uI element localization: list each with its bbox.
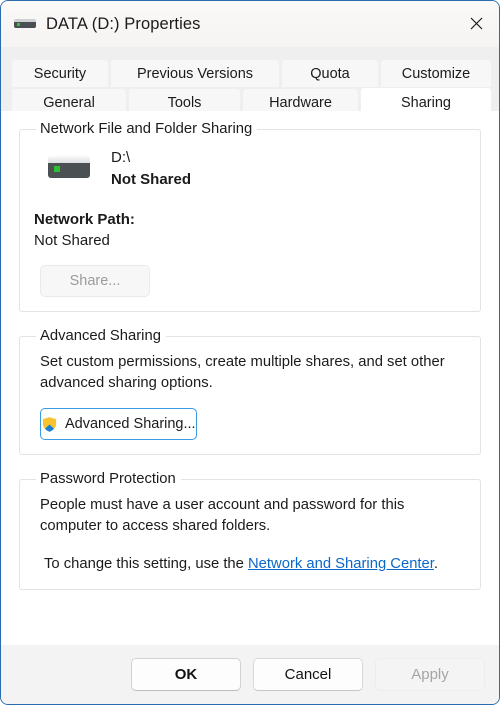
password-protection-legend: Password Protection — [40, 471, 176, 487]
window-title: DATA (D:) Properties — [46, 14, 201, 33]
drive-summary-text: D:\ Not Shared — [111, 147, 191, 191]
password-protection-hint: To change this setting, use the Network … — [44, 554, 466, 575]
cancel-button[interactable]: Cancel — [253, 658, 363, 691]
tab-strip: Security Previous Versions Quota Customi… — [1, 47, 499, 118]
close-icon[interactable] — [453, 1, 499, 45]
ok-button[interactable]: OK — [131, 658, 241, 691]
apply-button[interactable]: Apply — [375, 658, 485, 691]
advanced-sharing-button[interactable]: Advanced Sharing... — [40, 408, 197, 440]
properties-dialog: DATA (D:) Properties Security Previous V… — [0, 0, 500, 705]
drive-share-state: Not Shared — [111, 171, 192, 188]
advanced-sharing-button-label: Advanced Sharing... — [65, 416, 196, 432]
sharing-tab-panel: Network File and Folder Sharing D:\ Not … — [1, 111, 499, 645]
network-and-sharing-center-link[interactable]: Network and Sharing Center — [248, 556, 434, 572]
advanced-sharing-description: Set custom permissions, create multiple … — [40, 354, 445, 391]
advanced-sharing-legend: Advanced Sharing — [40, 328, 161, 344]
drive-name: D:\ — [111, 149, 131, 166]
title-bar: DATA (D:) Properties — [1, 1, 499, 47]
hint-suffix: . — [433, 556, 439, 572]
tab-security[interactable]: Security — [12, 60, 108, 87]
tab-row-1: Security Previous Versions Quota Customi… — [12, 60, 491, 87]
network-sharing-legend: Network File and Folder Sharing — [40, 121, 253, 137]
network-path-label: Network Path: — [34, 211, 135, 228]
password-protection-description: People must have a user account and pass… — [40, 497, 405, 534]
tab-customize[interactable]: Customize — [381, 60, 491, 87]
password-protection-group: Password Protection People must have a u… — [19, 471, 481, 590]
drive-summary-row: D:\ Not Shared — [34, 145, 466, 191]
hint-prefix: To change this setting, use the — [44, 556, 248, 572]
tab-quota[interactable]: Quota — [282, 60, 378, 87]
hard-drive-icon — [14, 17, 36, 31]
hard-drive-icon — [48, 155, 90, 182]
tab-previous-versions[interactable]: Previous Versions — [111, 60, 279, 87]
share-button[interactable]: Share... — [40, 265, 150, 297]
network-file-and-folder-sharing-group: Network File and Folder Sharing D:\ Not … — [19, 121, 481, 312]
uac-shield-icon — [41, 415, 58, 433]
network-path-value: Not Shared — [34, 232, 110, 249]
dialog-footer: OK Cancel Apply — [1, 645, 499, 704]
advanced-sharing-group: Advanced Sharing Set custom permissions,… — [19, 328, 481, 455]
